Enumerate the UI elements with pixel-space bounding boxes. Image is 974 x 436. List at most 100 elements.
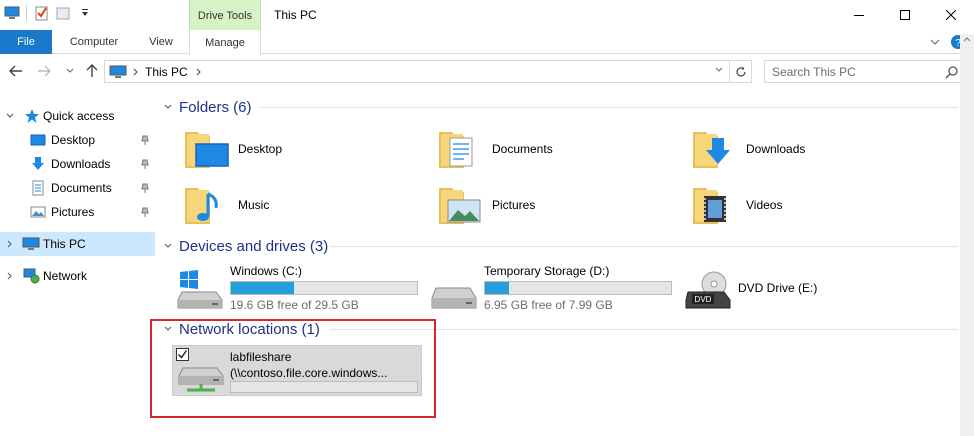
forward-arrow-icon [38,65,51,77]
drive-usage-bar [484,281,672,295]
sidebar-item-label: This PC [43,237,86,251]
drive-name: Windows (C:) [230,264,303,278]
tab-manage[interactable]: Manage [189,30,261,55]
scroll-up-icon[interactable] [963,36,971,42]
maximize-icon [900,10,910,20]
up-button[interactable] [84,63,100,79]
pin-icon[interactable] [140,134,150,146]
hard-drive-icon [431,287,477,309]
chevron-right-icon[interactable] [133,68,139,76]
chevron-down-icon[interactable] [164,104,172,110]
drive-name: DVD Drive (E:) [738,281,818,295]
chevron-right-icon[interactable] [7,272,13,280]
refresh-button[interactable] [730,60,752,83]
search-input[interactable] [765,61,935,82]
drive-free-space: 19.6 GB free of 29.5 GB [230,298,359,312]
group-header-devices[interactable]: Devices and drives (3) [164,235,328,257]
minimize-icon [854,15,864,16]
drive-tile-c[interactable]: Windows (C:) 19.6 GB free of 29.5 GB [176,264,426,316]
close-icon [946,10,956,20]
downloads-folder-icon [32,157,44,170]
tab-view[interactable]: View [136,30,186,54]
ribbon-tabs: File Computer View Manage ? [0,30,974,55]
downloads-folder-icon [693,132,730,168]
computer-icon[interactable] [4,5,20,21]
folder-name: Desktop [238,142,283,156]
properties-icon[interactable] [33,5,49,21]
dvd-drive-icon: DVD [685,271,731,309]
chevron-down-icon [66,68,74,73]
back-arrow-icon [9,65,22,77]
chevron-right-icon[interactable] [196,68,202,76]
tab-file[interactable]: File [0,30,52,54]
sidebar-item-quick-access[interactable]: Quick access [0,104,155,128]
folder-tile-pictures[interactable]: Pictures [438,180,658,232]
pin-icon[interactable] [140,182,150,194]
chevron-down-icon[interactable] [164,243,172,249]
navigation-pane: Quick access Desktop Downloads Documents… [0,96,156,436]
chevron-down-icon[interactable] [6,113,14,119]
sidebar-item-downloads[interactable]: Downloads [0,152,155,176]
videos-folder-icon [693,188,726,224]
drive-tools-context-tab: Drive Tools [189,0,261,30]
sidebar-item-desktop[interactable]: Desktop [0,128,155,152]
search-box[interactable] [764,60,966,83]
group-header-folders[interactable]: Folders (6) [164,96,252,118]
documents-folder-icon [439,132,473,168]
customize-toolbar-icon[interactable] [77,5,93,21]
folder-tile-videos[interactable]: Videos [692,180,912,232]
pin-icon[interactable] [140,206,150,218]
folder-tile-music[interactable]: Music [184,180,404,232]
chevron-down-icon [715,67,723,72]
address-path[interactable]: This PC [145,65,188,79]
window-controls [836,0,974,30]
drive-tile-e[interactable]: DVD DVD Drive (E:) [684,264,934,316]
computer-icon [22,237,40,250]
pictures-folder-icon [439,188,481,224]
address-bar[interactable]: This PC [104,60,730,83]
folder-name: Pictures [492,198,536,212]
address-dropdown[interactable] [715,65,723,76]
documents-folder-icon [32,180,44,196]
drive-usage-fill [231,282,295,294]
toolbar-divider [26,5,27,21]
new-folder-icon[interactable] [55,5,71,21]
close-button[interactable] [928,0,974,30]
sidebar-item-this-pc[interactable]: This PC [0,232,155,256]
recent-locations-button[interactable] [62,63,78,79]
sidebar-item-documents[interactable]: Documents [0,176,155,200]
folder-name: Music [238,198,270,212]
drive-name: Temporary Storage (D:) [484,264,610,278]
search-icon[interactable] [945,65,959,79]
sidebar-item-label: Quick access [43,109,115,123]
up-arrow-icon [86,64,98,77]
forward-button[interactable] [36,63,52,79]
navigation-bar: This PC [0,55,974,89]
tab-computer[interactable]: Computer [56,30,132,54]
sidebar-item-label: Pictures [51,205,95,219]
group-divider [260,107,958,108]
folder-tile-desktop[interactable]: Desktop [184,124,404,176]
pin-icon[interactable] [140,158,150,170]
vertical-scrollbar[interactable] [960,34,974,436]
minimize-button[interactable] [836,0,882,30]
folder-tile-documents[interactable]: Documents [438,124,658,176]
desktop-folder-icon [185,132,229,168]
expand-ribbon-icon[interactable] [930,38,940,46]
refresh-icon [735,66,746,77]
pictures-folder-icon [30,206,46,218]
drive-tile-d[interactable]: Temporary Storage (D:) 6.95 GB free of 7… [430,264,680,316]
desktop-folder-icon [30,134,46,146]
dvd-badge: DVD [695,295,712,304]
folder-tile-downloads[interactable]: Downloads [692,124,912,176]
chevron-right-icon[interactable] [7,240,13,248]
folder-name: Videos [746,198,783,212]
back-button[interactable] [8,63,24,79]
sidebar-item-network[interactable]: Network [0,264,155,288]
sidebar-item-pictures[interactable]: Pictures [0,200,155,224]
title-bar: Drive Tools This PC [0,0,974,30]
sidebar-item-label: Documents [51,181,112,195]
maximize-button[interactable] [882,0,928,30]
group-divider [330,246,958,247]
windows-drive-icon [177,270,223,309]
